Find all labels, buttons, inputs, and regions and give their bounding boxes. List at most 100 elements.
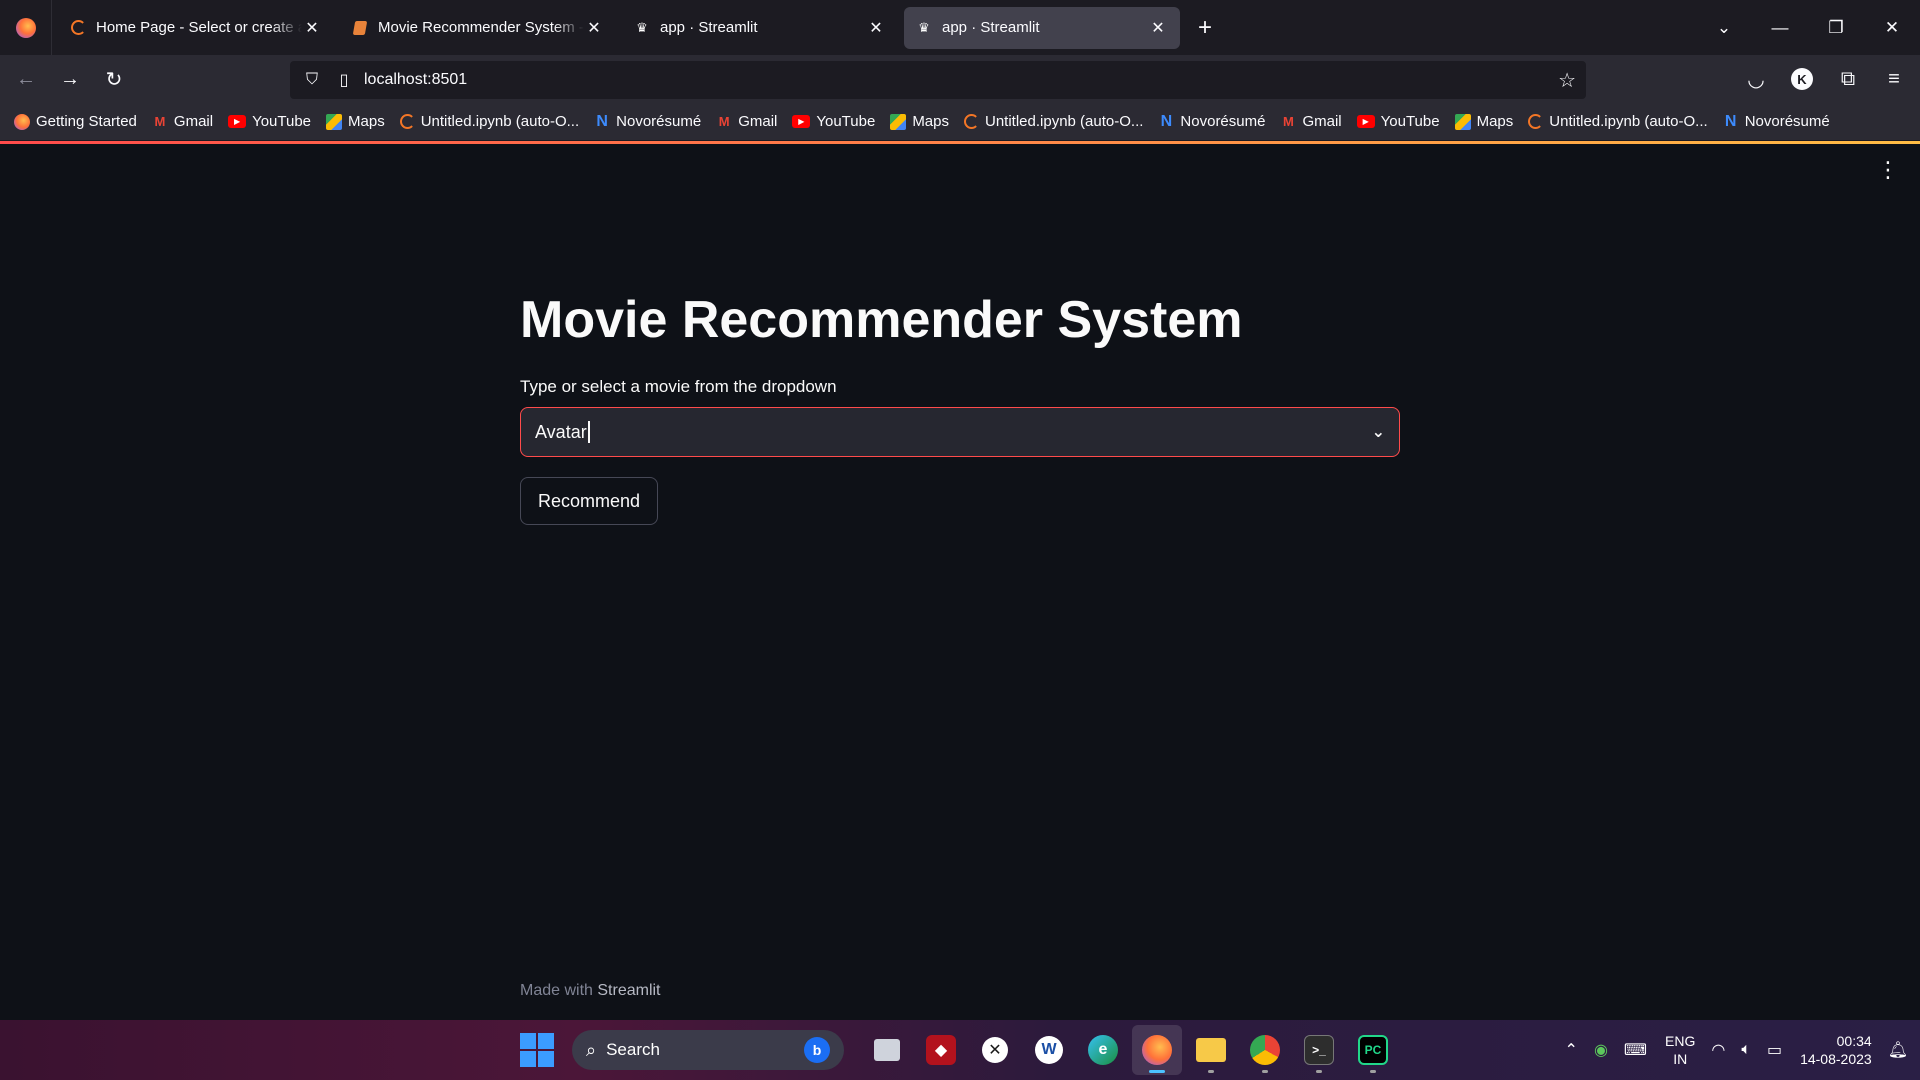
pycharm-icon: PC bbox=[1358, 1035, 1388, 1065]
notification-bell-icon[interactable]: 🔔︎ bbox=[1888, 1040, 1908, 1060]
taskbar-app-word[interactable]: W bbox=[1024, 1025, 1074, 1075]
keyboard-icon[interactable]: ⌨ bbox=[1624, 1040, 1647, 1060]
bookmark-star-icon[interactable]: ☆ bbox=[1558, 68, 1576, 93]
chevron-down-icon: ⌄ bbox=[1716, 17, 1732, 37]
browser-tab[interactable]: ♛ app · Streamlit ✕ bbox=[622, 7, 898, 49]
address-bar[interactable]: ⛉ ▯ localhost:8501 ☆ bbox=[290, 61, 1586, 99]
bookmark-label: YouTube bbox=[1380, 113, 1440, 130]
bookmark-item[interactable]: N Novorésumé bbox=[1158, 113, 1266, 131]
maps-icon bbox=[890, 113, 907, 130]
new-tab-button[interactable]: + bbox=[1186, 9, 1224, 47]
bookmark-item[interactable]: Untitled.ipynb (auto-O... bbox=[964, 113, 1143, 130]
browser-tab[interactable]: Movie Recommender System - Jupyter ✕ bbox=[340, 7, 616, 49]
notebook-icon bbox=[352, 20, 368, 36]
start-button[interactable] bbox=[520, 1033, 554, 1067]
taskbar-app-firefox[interactable] bbox=[1132, 1025, 1182, 1075]
list-all-tabs-button[interactable]: ⌄ bbox=[1696, 0, 1752, 55]
novoresume-icon: N bbox=[596, 112, 608, 130]
window-close-button[interactable]: ✕ bbox=[1864, 0, 1920, 55]
bookmark-item[interactable]: M Gmail bbox=[1280, 113, 1342, 130]
minimize-button[interactable]: — bbox=[1752, 0, 1808, 55]
chevron-down-icon[interactable]: ⌄ bbox=[1372, 422, 1385, 442]
browser-tab-bar: Home Page - Select or create a notebook … bbox=[0, 0, 1920, 55]
footer-link[interactable]: Streamlit bbox=[597, 982, 660, 999]
close-icon[interactable]: ✕ bbox=[866, 18, 886, 38]
taskbar-search[interactable]: ⌕ Search b bbox=[572, 1030, 844, 1070]
language-indicator[interactable]: ENG IN bbox=[1665, 1032, 1695, 1068]
battery-icon[interactable]: ▭ bbox=[1767, 1040, 1782, 1060]
bookmark-item[interactable]: ▶ YouTube bbox=[228, 113, 311, 130]
bookmark-label: YouTube bbox=[252, 113, 312, 130]
network-app-icon[interactable]: ◉ bbox=[1594, 1040, 1608, 1060]
taskbar-app-edge[interactable]: e bbox=[1078, 1025, 1128, 1075]
active-indicator bbox=[1149, 1070, 1165, 1073]
shield-icon[interactable]: ⛉ bbox=[300, 68, 324, 92]
language-code: ENG bbox=[1665, 1033, 1696, 1049]
volume-icon[interactable]: 🔈︎ bbox=[1741, 1041, 1751, 1059]
search-label: Search bbox=[606, 1040, 660, 1059]
clock[interactable]: 00:34 14-08-2023 bbox=[1800, 1032, 1872, 1068]
reload-icon: ↻ bbox=[105, 68, 123, 91]
gmail-icon: M bbox=[154, 114, 166, 129]
bookmark-item[interactable]: M Gmail bbox=[716, 113, 778, 130]
bookmark-item[interactable]: Maps bbox=[1454, 113, 1513, 130]
extensions-button[interactable]: ⧉ bbox=[1830, 61, 1866, 97]
forward-button[interactable]: → bbox=[52, 61, 88, 97]
movie-select[interactable]: Avatar ⌄ bbox=[520, 407, 1400, 457]
bing-icon[interactable]: b bbox=[804, 1037, 830, 1063]
bookmark-item[interactable]: N Novorésumé bbox=[594, 112, 701, 131]
recommend-button[interactable]: Recommend bbox=[520, 477, 658, 525]
arrow-right-icon: → bbox=[60, 67, 80, 90]
account-button[interactable]: K bbox=[1784, 61, 1820, 97]
bookmark-item[interactable]: Getting Started bbox=[14, 113, 137, 130]
bookmark-item[interactable]: Untitled.ipynb (auto-O... bbox=[1528, 113, 1708, 130]
jupyter-icon bbox=[70, 20, 86, 36]
taskbar-app-chrome[interactable] bbox=[1240, 1025, 1290, 1075]
page-icon[interactable]: ▯ bbox=[332, 68, 356, 92]
browser-tab[interactable]: Home Page - Select or create a notebook … bbox=[58, 7, 334, 49]
app-menu-button[interactable]: ≡ bbox=[1876, 61, 1912, 97]
taskbar-app-pycharm[interactable]: PC bbox=[1348, 1025, 1398, 1075]
select-value[interactable]: Avatar bbox=[535, 422, 587, 443]
taskbar-app-xbox[interactable]: ✕ bbox=[970, 1025, 1020, 1075]
back-button[interactable]: ← bbox=[8, 61, 44, 97]
bookmark-item[interactable]: Untitled.ipynb (auto-O... bbox=[399, 113, 579, 130]
bookmark-item[interactable]: ▶ YouTube bbox=[792, 113, 875, 130]
file-explorer-icon bbox=[1196, 1038, 1226, 1062]
pocket-icon: ◡ bbox=[1747, 68, 1765, 91]
taskbar-app-game[interactable]: ◆ bbox=[916, 1025, 966, 1075]
close-icon[interactable]: ✕ bbox=[1148, 18, 1168, 38]
game-app-icon: ◆ bbox=[926, 1035, 956, 1065]
close-icon[interactable]: ✕ bbox=[584, 18, 604, 38]
taskbar-app-terminal[interactable]: >_ bbox=[1294, 1025, 1344, 1075]
taskbar-app-file-explorer[interactable] bbox=[1186, 1025, 1236, 1075]
browser-tab-active[interactable]: ♛ app · Streamlit ✕ bbox=[904, 6, 1180, 49]
bookmark-item[interactable]: ▶ YouTube bbox=[1356, 113, 1440, 130]
clock-date: 14-08-2023 bbox=[1800, 1051, 1872, 1067]
search-icon: ⌕ bbox=[586, 1039, 597, 1060]
reload-button[interactable]: ↻ bbox=[96, 61, 132, 97]
streamlit-crown-icon: ♛ bbox=[918, 19, 930, 35]
wifi-icon[interactable]: ◠ bbox=[1711, 1040, 1725, 1060]
bookmark-item[interactable]: Maps bbox=[326, 113, 385, 130]
bookmark-label: Getting Started bbox=[36, 113, 137, 130]
clock-time: 00:34 bbox=[1836, 1033, 1872, 1049]
youtube-icon: ▶ bbox=[1356, 115, 1375, 128]
bookmark-item[interactable]: N Novorésumé bbox=[1723, 113, 1830, 131]
maps-icon bbox=[1454, 113, 1471, 130]
url-text[interactable]: localhost:8501 bbox=[364, 71, 467, 89]
bookmark-item[interactable]: M Gmail bbox=[152, 113, 213, 130]
app-main-menu-button[interactable]: ⋮ bbox=[1877, 157, 1899, 182]
chevron-up-icon[interactable]: ⌃ bbox=[1565, 1040, 1578, 1060]
select-label: Type or select a movie from the dropdown bbox=[520, 377, 837, 396]
streamlit-app: ⋮ Movie Recommender System Type or selec… bbox=[0, 144, 1920, 1020]
restore-button[interactable]: ❐ bbox=[1808, 0, 1864, 55]
close-icon[interactable]: ✕ bbox=[302, 18, 322, 38]
taskbar-app-task-view[interactable] bbox=[862, 1025, 912, 1075]
pocket-button[interactable]: ◡ bbox=[1738, 61, 1774, 97]
firefox-view-button[interactable] bbox=[0, 0, 52, 55]
tab-title: app · Streamlit bbox=[660, 19, 758, 36]
bookmark-item[interactable]: Maps bbox=[890, 113, 949, 130]
puzzle-icon: ⧉ bbox=[1840, 67, 1856, 90]
bookmark-label: Novorésumé bbox=[1744, 113, 1830, 130]
